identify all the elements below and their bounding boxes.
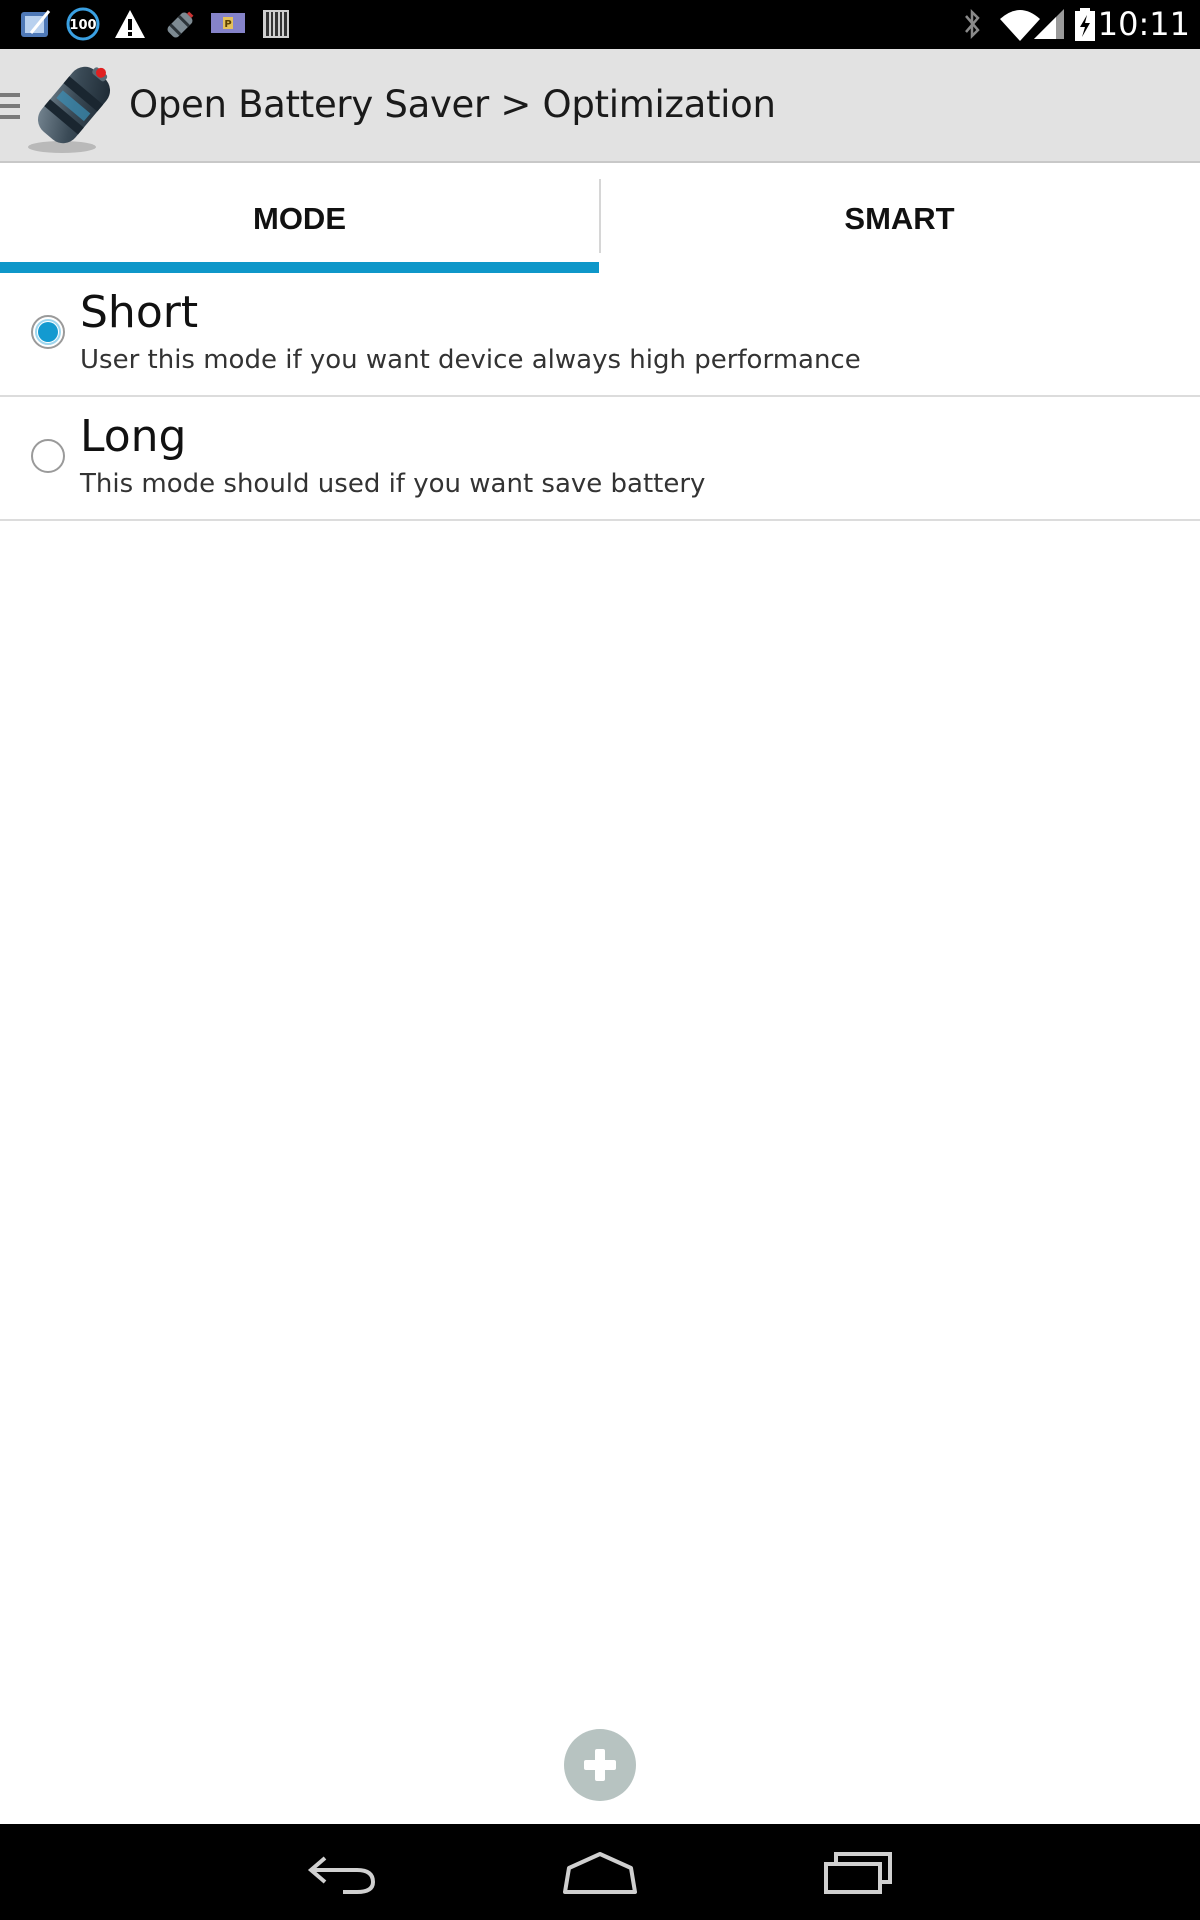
battery-100-icon: 100 xyxy=(64,7,102,46)
list-item-title: Short xyxy=(80,287,199,338)
screen: 100 P 10:11 Open Battery Saver > Optimiz… xyxy=(0,0,1200,1920)
app-logo-battery-icon[interactable] xyxy=(24,55,124,160)
svg-text:P: P xyxy=(224,19,231,30)
navigation-bar xyxy=(0,1824,1200,1920)
svg-text:100: 100 xyxy=(69,18,96,33)
barcode-icon xyxy=(262,7,290,46)
home-icon[interactable] xyxy=(561,1846,639,1903)
radio-short-selected[interactable] xyxy=(29,313,67,356)
action-bar: Open Battery Saver > Optimization xyxy=(0,49,1200,163)
bluetooth-icon xyxy=(958,7,986,46)
battery-icon xyxy=(1072,7,1098,48)
tab-mode-label: MODE xyxy=(253,201,346,236)
page-title: Open Battery Saver > Optimization xyxy=(129,83,776,126)
tab-selected-indicator xyxy=(0,262,599,273)
tab-smart-label: SMART xyxy=(844,201,955,236)
tab-mode[interactable]: MODE xyxy=(0,163,599,273)
status-time: 10:11 xyxy=(1097,5,1190,43)
battery-saver-icon xyxy=(162,7,198,48)
list-item-subtitle: User this mode if you want device always… xyxy=(80,345,861,375)
list-item-title: Long xyxy=(80,411,187,462)
list-item-subtitle: This mode should used if you want save b… xyxy=(80,469,706,499)
drawer-icon[interactable] xyxy=(0,91,20,126)
list-item-long[interactable]: Long This mode should used if you want s… xyxy=(0,397,1200,521)
status-bar: 100 P 10:11 xyxy=(0,0,1200,49)
list-item-short[interactable]: Short User this mode if you want device … xyxy=(0,273,1200,397)
back-icon[interactable] xyxy=(303,1846,379,1903)
tab-bar: MODE SMART xyxy=(0,163,1200,273)
tab-smart[interactable]: SMART xyxy=(600,163,1199,273)
app-notification-icon xyxy=(19,7,53,46)
radio-long[interactable] xyxy=(29,437,67,480)
add-button[interactable] xyxy=(564,1729,636,1801)
warning-icon xyxy=(113,7,147,46)
cell-signal-icon xyxy=(1032,7,1066,46)
mode-list: Short User this mode if you want device … xyxy=(0,273,1200,521)
recents-icon[interactable] xyxy=(822,1846,894,1903)
parking-card-icon: P xyxy=(210,12,246,39)
plus-icon xyxy=(584,1749,616,1781)
